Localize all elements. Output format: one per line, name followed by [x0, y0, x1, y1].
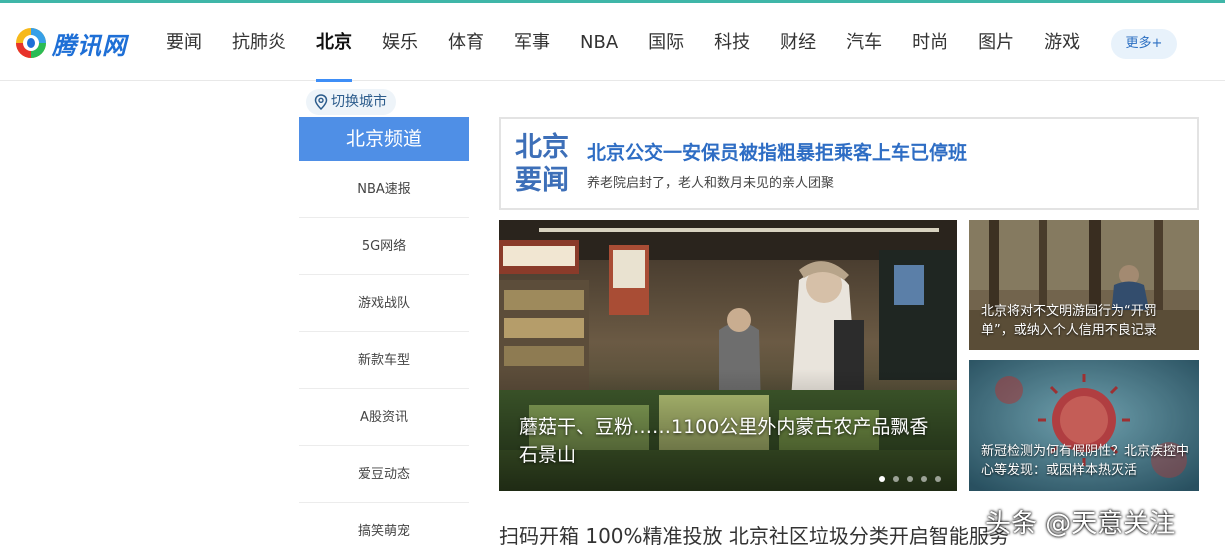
site-logo[interactable]: 腾讯网	[14, 25, 127, 61]
nav-item-sports[interactable]: 体育	[448, 3, 484, 81]
carousel-dot[interactable]	[907, 476, 913, 482]
source-watermark: 头条 @天意关注	[985, 509, 1176, 539]
channel-title[interactable]: 北京频道	[299, 117, 469, 161]
nav-item-news[interactable]: 要闻	[166, 3, 202, 81]
nav-item-auto[interactable]: 汽车	[846, 3, 882, 81]
headline-title-link[interactable]: 北京公交一安保员被指粗暴拒乘客上车已停班	[587, 138, 967, 165]
sidebar-item-nba[interactable]: NBA速报	[299, 161, 469, 218]
sidebar-item-a-shares[interactable]: A股资讯	[299, 389, 469, 446]
carousel-dot[interactable]	[893, 476, 899, 482]
sidebar-item-5g[interactable]: 5G网络	[299, 218, 469, 275]
headline-box: 北京 要闻 北京公交一安保员被指粗暴拒乘客上车已停班 养老院启封了，老人和数月未…	[499, 117, 1199, 210]
side-news-card-park[interactable]: 北京将对不文明游园行为“开罚单”，或纳入个人信用不良记录	[969, 220, 1199, 350]
headline-subtitle-link[interactable]: 养老院启封了，老人和数月未见的亲人团聚	[587, 172, 834, 191]
carousel-dots	[879, 476, 949, 482]
side-news-caption[interactable]: 新冠检测为何有假阴性？北京疾控中心等发现：或因样本热灭活	[981, 442, 1189, 480]
site-logo-text: 腾讯网	[52, 31, 127, 60]
bottom-news-link[interactable]: 扫码开箱 100%精准投放 北京社区垃圾分类开启智能服务	[499, 520, 1009, 549]
nav-item-pictures[interactable]: 图片	[978, 3, 1014, 81]
nav-item-international[interactable]: 国际	[648, 3, 684, 81]
sidebar-item-idol-news[interactable]: 爱豆动态	[299, 446, 469, 503]
top-navigation-bar: 腾讯网 要闻 抗肺炎 北京 娱乐 体育 军事 NBA 国际 科技 财经 汽车 时…	[0, 3, 1225, 82]
side-news-caption[interactable]: 北京将对不文明游园行为“开罚单”，或纳入个人信用不良记录	[981, 302, 1189, 340]
nav-item-games[interactable]: 游戏	[1044, 3, 1080, 81]
more-button[interactable]: 更多+	[1111, 29, 1177, 59]
city-switch-button[interactable]: 切换城市	[306, 89, 396, 115]
nav-item-nba[interactable]: NBA	[580, 3, 618, 81]
sidebar-list: NBA速报 5G网络 游戏战队 新款车型 A股资讯 爱豆动态 搞笑萌宠	[299, 161, 469, 552]
carousel-dot[interactable]	[935, 476, 941, 482]
tag-line-2: 要闻	[515, 165, 569, 196]
location-pin-icon	[314, 94, 328, 110]
city-switch-label: 切换城市	[331, 94, 387, 110]
tag-line-1: 北京	[515, 132, 569, 163]
nav-item-beijing[interactable]: 北京	[316, 3, 352, 82]
sidebar-item-funny-pets[interactable]: 搞笑萌宠	[299, 503, 469, 552]
main-nav: 要闻 抗肺炎 北京 娱乐 体育 军事 NBA 国际 科技 财经 汽车 时尚 图片…	[150, 3, 1080, 82]
carousel-main-photo[interactable]: 蘑菇干、豆粉……1100公里外内蒙古农产品飘香石景山	[499, 220, 957, 491]
carousel-caption[interactable]: 蘑菇干、豆粉……1100公里外内蒙古农产品飘香石景山	[519, 413, 939, 469]
side-news-card-virus[interactable]: 新冠检测为何有假阴性？北京疾控中心等发现：或因样本热灭活	[969, 360, 1199, 491]
sidebar-item-game-team[interactable]: 游戏战队	[299, 275, 469, 332]
sidebar-item-new-cars[interactable]: 新款车型	[299, 332, 469, 389]
nav-item-finance[interactable]: 财经	[780, 3, 816, 81]
carousel-dot[interactable]	[879, 476, 885, 482]
beijing-news-tag: 北京 要闻	[515, 131, 575, 197]
nav-item-tech[interactable]: 科技	[714, 3, 750, 81]
qq-logo-icon	[16, 28, 46, 58]
nav-item-fight-pneumonia[interactable]: 抗肺炎	[232, 3, 286, 81]
nav-item-fashion[interactable]: 时尚	[912, 3, 948, 81]
nav-item-military[interactable]: 军事	[514, 3, 550, 81]
carousel-dot[interactable]	[921, 476, 927, 482]
nav-item-entertainment[interactable]: 娱乐	[382, 3, 418, 81]
